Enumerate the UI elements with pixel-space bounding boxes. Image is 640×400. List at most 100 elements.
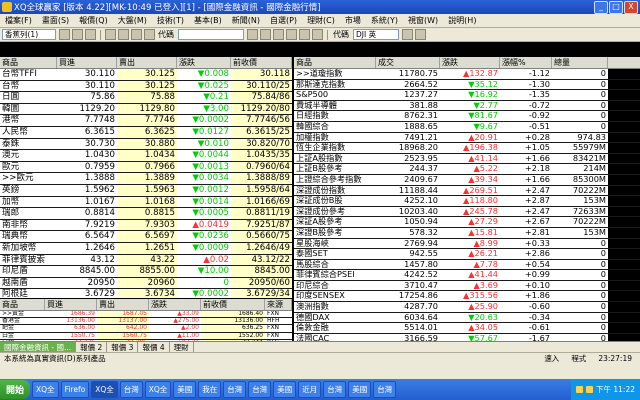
close-button[interactable]: X bbox=[624, 0, 638, 14]
tool-icon[interactable] bbox=[415, 29, 426, 40]
menu-item[interactable]: 檔案(F) bbox=[0, 15, 37, 26]
table-row[interactable]: 費城半導體 381.88 ▼2.77 -0.72 0 bbox=[294, 100, 640, 112]
table-row[interactable]: 馬股綜合 1457.80 ▲7.78 +0.54 0 bbox=[294, 259, 640, 271]
table-row[interactable]: 台幣TFFI 30.110 30.125 ▼0.008 30.118 bbox=[0, 69, 292, 81]
table-row[interactable]: >>歐元 1.3888 1.3889 ▼0.0034 1.3888/89 bbox=[0, 173, 292, 185]
back-icon[interactable] bbox=[105, 29, 116, 40]
menu-item[interactable]: 技術(T) bbox=[152, 15, 189, 26]
table-row[interactable]: 星股海峽 2769.94 ▲8.99 +0.33 0 bbox=[294, 238, 640, 250]
taskbar-button[interactable]: 台灣 bbox=[248, 381, 272, 398]
volume-icon[interactable] bbox=[576, 386, 583, 393]
table-row[interactable]: 泰國SET 942.55 ▲26.21 +2.86 0 bbox=[294, 249, 640, 260]
table-row[interactable]: 上証A股指數 2523.95 ▲41.14 +1.66 83421M bbox=[294, 153, 640, 165]
tab-quote-4[interactable]: 報價 4 bbox=[138, 341, 170, 353]
table-row[interactable]: 上証B股參考 244.37 ▲5.22 +2.18 214M bbox=[294, 164, 640, 175]
table-row[interactable]: 越南盾 20950 20960 0 20950/60 bbox=[0, 277, 292, 290]
network-icon[interactable] bbox=[586, 386, 593, 393]
menu-item[interactable]: 視窗(W) bbox=[403, 15, 443, 26]
table-row[interactable]: 瑞郎 0.8814 0.8815 ▼0.0005 0.8811/19 bbox=[0, 208, 292, 220]
taskbar-button[interactable]: 我在 bbox=[198, 381, 222, 398]
zoom-icon[interactable] bbox=[402, 29, 413, 40]
menu-item[interactable]: 系統(Y) bbox=[366, 15, 403, 26]
table-row[interactable]: 加權指數 7491.21 ▲20.91 +0.28 974.83 bbox=[294, 132, 640, 144]
table-row[interactable]: 韓圜 1129.20 1129.80 ▼3.00 1129.20/80 bbox=[0, 103, 292, 116]
minimize-button[interactable]: _ bbox=[594, 0, 608, 14]
table-row[interactable]: 香港金 13136.00 13137.00 ▲275.00 13136.00 HFH bbox=[0, 318, 292, 326]
table-row[interactable]: S&P500 1237.27 ▼16.92 -1.35 0 bbox=[294, 90, 640, 101]
taskbar-button[interactable]: XQ全 bbox=[144, 381, 172, 398]
table-row[interactable]: 菲律賓披索 43.12 43.22 ▲0.02 43.12/22 bbox=[0, 254, 292, 267]
table-row[interactable]: 港幣 7.7748 7.7746 ▼0.0002 7.7746/56 bbox=[0, 115, 292, 127]
table-row[interactable]: 歐元 0.7959 0.7966 ▼0.0013 0.7960/64 bbox=[0, 161, 292, 174]
maximize-button[interactable]: □ bbox=[609, 0, 623, 14]
menu-item[interactable]: 理財(C) bbox=[302, 15, 340, 26]
window-icon[interactable] bbox=[273, 29, 284, 40]
col-header[interactable]: 賣出 bbox=[117, 57, 177, 68]
taskbar-button[interactable]: 台灣 bbox=[223, 381, 247, 398]
col-header[interactable]: 商品 bbox=[0, 57, 57, 68]
col-header[interactable]: 買進 bbox=[45, 299, 97, 310]
table-row[interactable]: 上證綜合參考指數 2409.67 ▲39.34 +1.66 85300M bbox=[294, 174, 640, 186]
table-row[interactable]: 深証A股參考 1050.94 ▲27.29 +2.67 70222M bbox=[294, 217, 640, 228]
taskbar-button[interactable]: 美國 bbox=[173, 381, 197, 398]
table-row[interactable]: 倫敦金融 5514.01 ▲34.05 -0.61 0 bbox=[294, 323, 640, 334]
taskbar-button[interactable]: 台灣 bbox=[119, 381, 143, 398]
table-row[interactable]: 印度SENSEX 17254.86 ▲315.56 +1.86 0 bbox=[294, 291, 640, 303]
table-row[interactable]: 法國CAC 3166.59 ▼57.67 -1.67 0 bbox=[294, 333, 640, 341]
chart-icon[interactable] bbox=[85, 29, 96, 40]
table-row[interactable]: 鈀金 636.00 642.00 ▲2.00 636.25 FXN bbox=[0, 325, 292, 333]
table-row[interactable]: 澳洲指數 4287.70 ▲25.90 -0.60 0 bbox=[294, 302, 640, 313]
table-row[interactable]: 深証成份B股 4252.10 ▲118.80 +2.87 153M bbox=[294, 196, 640, 207]
col-header[interactable]: 賣出 bbox=[97, 299, 149, 310]
tab-quote-2[interactable]: 報價 2 bbox=[76, 341, 108, 353]
table-row[interactable]: 深證成份參考 10203.40 ▲245.78 +2.47 72633M bbox=[294, 206, 640, 218]
menu-item[interactable]: 報價(Q) bbox=[74, 15, 113, 26]
layout-select[interactable]: 香蕉列(1) bbox=[2, 29, 56, 40]
table-row[interactable]: 泰銖 30.730 30.880 ▼0.010 30.820/70 bbox=[0, 138, 292, 151]
col-header[interactable]: 商品 bbox=[294, 57, 376, 68]
col-header[interactable]: 漲跌 bbox=[177, 57, 231, 68]
table-row[interactable]: 韓國綜合 1888.65 ▼9.67 -0.51 0 bbox=[294, 121, 640, 133]
taskbar-button[interactable]: Firefo bbox=[60, 381, 90, 398]
taskbar-button[interactable]: 近月 bbox=[298, 381, 322, 398]
menu-item[interactable]: 畫面(S) bbox=[37, 15, 74, 26]
table-row[interactable]: 英鎊 1.5962 1.5963 ▼0.0012 1.5958/64 bbox=[0, 184, 292, 197]
col-header[interactable]: 商品 bbox=[0, 299, 45, 310]
start-button[interactable]: 開始 bbox=[0, 380, 31, 399]
col-header[interactable]: 總量 bbox=[552, 57, 608, 68]
search-icon[interactable] bbox=[247, 29, 258, 40]
status-item[interactable]: 程式 bbox=[567, 353, 590, 364]
forward-icon[interactable] bbox=[118, 29, 129, 40]
table-row[interactable]: 白金 1550.75 1560.75 ▲11.00 1552.00 FXN bbox=[0, 332, 292, 340]
menu-item[interactable]: 新聞(N) bbox=[227, 15, 265, 26]
table-row[interactable]: 日經指數 8762.31 ▼81.67 -0.92 0 bbox=[294, 111, 640, 122]
table-row[interactable]: 阿根廷 3.6729 3.6734 ▼0.0002 3.6729/34 bbox=[0, 289, 292, 298]
col-header[interactable]: 漲跌 bbox=[149, 299, 201, 310]
table-row[interactable]: 南非幣 7.9219 7.9303 ▲0.0419 7.9251/87 bbox=[0, 219, 292, 232]
table-row[interactable]: 瑞典幣 6.5647 6.5697 ▼0.0236 0.5660/75 bbox=[0, 231, 292, 243]
table-row[interactable]: >>道瓊指數 11780.75 ▲132.87 -1.12 0 bbox=[294, 69, 640, 80]
menu-item[interactable]: 大盤(M) bbox=[113, 15, 152, 26]
taskbar-button[interactable]: 台灣 bbox=[373, 381, 397, 398]
status-item[interactable]: 速入 bbox=[540, 353, 563, 364]
taskbar-button[interactable]: 美國 bbox=[273, 381, 297, 398]
table-row[interactable]: 深證成份指數 11188.44 ▲269.51 +2.47 70222M bbox=[294, 185, 640, 197]
index-select[interactable]: DJI 英 bbox=[353, 29, 399, 40]
table-row[interactable]: 台幣 30.110 30.125 ▼0.025 30.110/25 bbox=[0, 80, 292, 93]
refresh-icon[interactable] bbox=[131, 29, 142, 40]
grid-icon[interactable] bbox=[59, 29, 70, 40]
col-header[interactable]: 前收價 bbox=[231, 57, 292, 68]
alert-icon[interactable] bbox=[312, 29, 323, 40]
table-row[interactable]: 德國DAX 6034.64 ▼20.63 -0.34 0 bbox=[294, 312, 640, 324]
table-row[interactable]: 澳元 1.0430 1.0434 ▼0.0044 1.0435/35 bbox=[0, 150, 292, 162]
menu-item[interactable]: 市場 bbox=[340, 15, 366, 26]
tile-icon[interactable] bbox=[286, 29, 297, 40]
col-header[interactable]: 來源 bbox=[265, 299, 292, 310]
table-row[interactable]: 菲律賓綜合PSEI 4242.52 ▲41.44 +0.99 0 bbox=[294, 270, 640, 281]
menu-item[interactable]: 自選(P) bbox=[265, 15, 302, 26]
tab-finance[interactable]: 理財 bbox=[170, 341, 194, 353]
menu-item[interactable]: 基本(B) bbox=[189, 15, 227, 26]
news-icon[interactable] bbox=[299, 29, 310, 40]
print-icon[interactable] bbox=[144, 29, 155, 40]
table-row[interactable]: 深證B股參考 578.32 ▲15.81 +2.81 153M bbox=[294, 227, 640, 239]
